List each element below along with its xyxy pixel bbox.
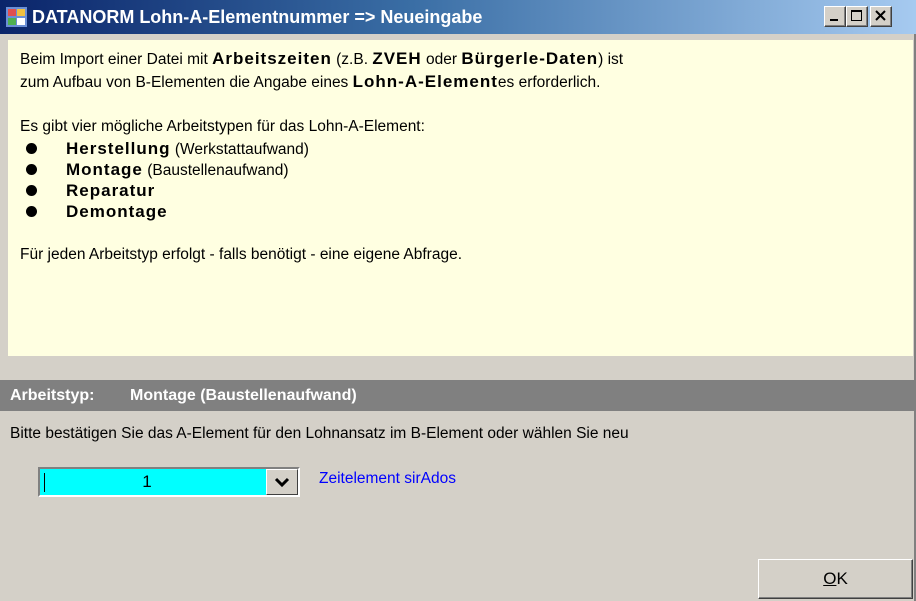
chevron-down-icon xyxy=(274,477,290,488)
bullet-icon xyxy=(26,185,37,196)
list-item: Herstellung (Werkstattaufwand) xyxy=(20,138,901,159)
a-element-select-value: 1 xyxy=(142,472,152,491)
instruction-text: Bitte bestätigen Sie das A-Element für d… xyxy=(10,425,629,442)
info-paragraph-1: Beim Import einer Datei mit Arbeitszeite… xyxy=(20,49,624,91)
keyword-arbeitszeiten: Arbeitszeiten xyxy=(212,49,332,68)
list-item: Montage (Baustellenaufwand) xyxy=(20,159,901,180)
minimize-button[interactable] xyxy=(824,6,846,27)
work-type-list: Herstellung (Werkstattaufwand) Montage (… xyxy=(20,138,901,222)
keyword-lohn-a-element: Lohn-A-Element xyxy=(352,72,498,91)
dropdown-button[interactable] xyxy=(266,469,298,495)
info-panel: Beim Import einer Datei mit Arbeitszeite… xyxy=(8,40,913,356)
work-type-value: Montage (Baustellenaufwand) xyxy=(130,387,357,404)
window-title: DATANORM Lohn-A-Elementnummer => Neueing… xyxy=(32,7,483,27)
element-description-link[interactable]: Zeitelement sirAdos xyxy=(319,470,456,488)
a-element-select[interactable]: 1 xyxy=(38,467,300,497)
bullet-icon xyxy=(26,164,37,175)
ok-mnemonic: O xyxy=(823,569,837,588)
keyword-buergerle: Bürgerle-Daten xyxy=(461,49,599,68)
list-item: Demontage xyxy=(20,201,901,222)
bullet-icon xyxy=(26,143,37,154)
bullet-icon xyxy=(26,206,37,217)
maximize-button[interactable] xyxy=(846,6,868,27)
minimize-icon xyxy=(830,19,838,21)
keyword-zveh: ZVEH xyxy=(372,49,422,68)
text-caret xyxy=(44,473,45,492)
info-paragraph-2: Es gibt vier mögliche Arbeitstypen für d… xyxy=(20,118,425,135)
info-paragraph-3: Für jeden Arbeitstyp erfolgt - falls ben… xyxy=(20,246,463,263)
work-type-header: Arbeitstyp: Montage (Baustellenaufwand) xyxy=(0,380,914,411)
datanorm-app-icon xyxy=(6,7,27,27)
close-button[interactable] xyxy=(870,6,892,27)
ok-button[interactable]: OK xyxy=(758,559,913,599)
work-type-label: Arbeitstyp: xyxy=(10,387,95,404)
close-icon xyxy=(875,10,886,21)
dialog-window: DATANORM Lohn-A-Elementnummer => Neueing… xyxy=(0,0,916,601)
title-bar[interactable]: DATANORM Lohn-A-Elementnummer => Neueing… xyxy=(0,0,916,34)
list-item: Reparatur xyxy=(20,180,901,201)
maximize-icon xyxy=(851,10,862,21)
ok-label: K xyxy=(836,569,848,588)
